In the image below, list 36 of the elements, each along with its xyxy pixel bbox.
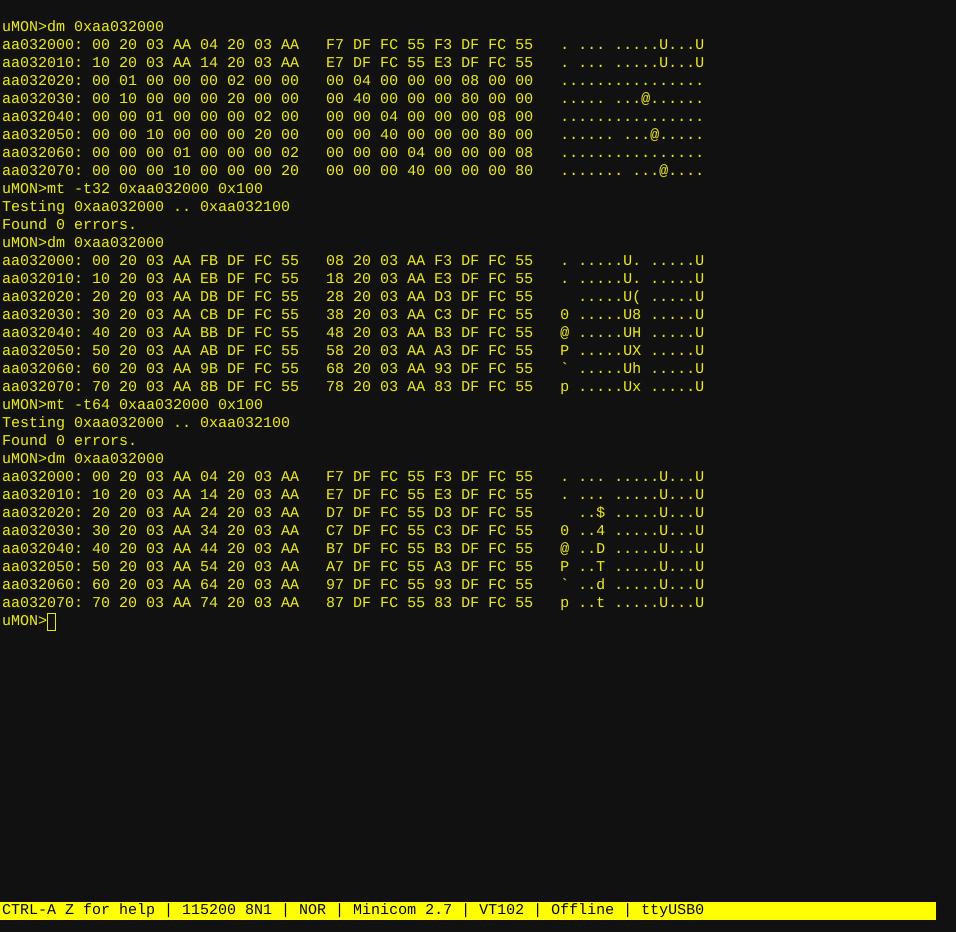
- terminal-line: aa032040: 00 00 01 00 00 00 02 00 00 00 04 00 00 00 08 00 ................: [2, 109, 704, 127]
- terminal-line: Found 0 errors.: [2, 433, 138, 451]
- terminal-line: uMON>mt -t64 0xaa032000 0x100: [2, 397, 264, 415]
- terminal-line: aa032050: 50 20 03 AA AB DF FC 55 58 20 03 AA A3 DF FC 55 P .....UX .....U: [2, 343, 704, 361]
- terminal-line: aa032020: 00 01 00 00 00 02 00 00 00 04 00 00 00 08 00 00 ................: [2, 73, 704, 91]
- terminal-line: aa032000: 00 20 03 AA 04 20 03 AA F7 DF FC 55 F3 DF FC 55 . ... .....U...U: [2, 469, 704, 487]
- terminal-line: aa032070: 70 20 03 AA 8B DF FC 55 78 20 03 AA 83 DF FC 55 p .....Ux .....U: [2, 379, 704, 397]
- terminal-line: uMON>mt -t32 0xaa032000 0x100: [2, 181, 264, 199]
- terminal-line: uMON>dm 0xaa032000: [2, 235, 164, 253]
- terminal-line: aa032010: 10 20 03 AA 14 20 03 AA E7 DF FC 55 E3 DF FC 55 . ... .....U...U: [2, 487, 704, 505]
- terminal-line: aa032000: 00 20 03 AA 04 20 03 AA F7 DF FC 55 F3 DF FC 55 . ... .....U...U: [2, 37, 704, 55]
- terminal-line: uMON>dm 0xaa032000: [2, 19, 164, 37]
- terminal-line: aa032030: 30 20 03 AA CB DF FC 55 38 20 03 AA C3 DF FC 55 0 .....U8 .....U: [2, 307, 704, 325]
- terminal-line: aa032010: 10 20 03 AA EB DF FC 55 18 20 03 AA E3 DF FC 55 . .....U. .....U: [2, 271, 704, 289]
- terminal-line: aa032070: 70 20 03 AA 74 20 03 AA 87 DF FC 55 83 DF FC 55 p ..t .....U...U: [2, 595, 704, 613]
- terminal-line: Found 0 errors.: [2, 217, 138, 235]
- terminal-line: aa032020: 20 20 03 AA DB DF FC 55 28 20 03 AA D3 DF FC 55 .....U( .....U: [2, 289, 704, 307]
- terminal-line: aa032030: 00 10 00 00 00 20 00 00 00 40 00 00 00 80 00 00 ..... ...@......: [2, 91, 704, 109]
- prompt: uMON>: [2, 613, 48, 631]
- terminal-line: aa032070: 00 00 00 10 00 00 00 20 00 00 00 40 00 00 00 80 ....... ...@....: [2, 163, 704, 181]
- terminal-line: aa032050: 00 00 10 00 00 00 20 00 00 00 40 00 00 00 80 00 ...... ...@.....: [2, 127, 704, 145]
- terminal-line: aa032060: 60 20 03 AA 64 20 03 AA 97 DF FC 55 93 DF FC 55 ` ..d .....U...U: [2, 577, 704, 595]
- terminal-line: aa032040: 40 20 03 AA 44 20 03 AA B7 DF FC 55 B3 DF FC 55 @ ..D .....U...U: [2, 541, 704, 559]
- text-cursor: [47, 613, 56, 631]
- terminal-line: aa032060: 00 00 00 01 00 00 00 02 00 00 00 04 00 00 00 08 ................: [2, 145, 704, 163]
- terminal-line: Testing 0xaa032000 .. 0xaa032100: [2, 199, 290, 217]
- terminal-line: aa032010: 10 20 03 AA 14 20 03 AA E7 DF FC 55 E3 DF FC 55 . ... .....U...U: [2, 55, 704, 73]
- terminal-line: aa032050: 50 20 03 AA 54 20 03 AA A7 DF FC 55 A3 DF FC 55 P ..T .....U...U: [2, 559, 704, 577]
- terminal-line: uMON>dm 0xaa032000: [2, 451, 164, 469]
- terminal-line: aa032000: 00 20 03 AA FB DF FC 55 08 20 03 AA F3 DF FC 55 . .....U. .....U: [2, 253, 704, 271]
- terminal-line: Testing 0xaa032000 .. 0xaa032100: [2, 415, 290, 433]
- terminal-line: aa032020: 20 20 03 AA 24 20 03 AA D7 DF FC 55 D3 DF FC 55 ..$ .....U...U: [2, 505, 704, 523]
- terminal-line: aa032040: 40 20 03 AA BB DF FC 55 48 20 03 AA B3 DF FC 55 @ .....UH .....U: [2, 325, 704, 343]
- terminal-line: aa032030: 30 20 03 AA 34 20 03 AA C7 DF FC 55 C3 DF FC 55 0 ..4 .....U...U: [2, 523, 704, 541]
- terminal-line: aa032060: 60 20 03 AA 9B DF FC 55 68 20 03 AA 93 DF FC 55 ` .....Uh .....U: [2, 361, 704, 379]
- status-text: CTRL-A Z for help | 115200 8N1 | NOR | Minicom 2.7 | VT102 | Offline | ttyUSB0: [1, 902, 704, 920]
